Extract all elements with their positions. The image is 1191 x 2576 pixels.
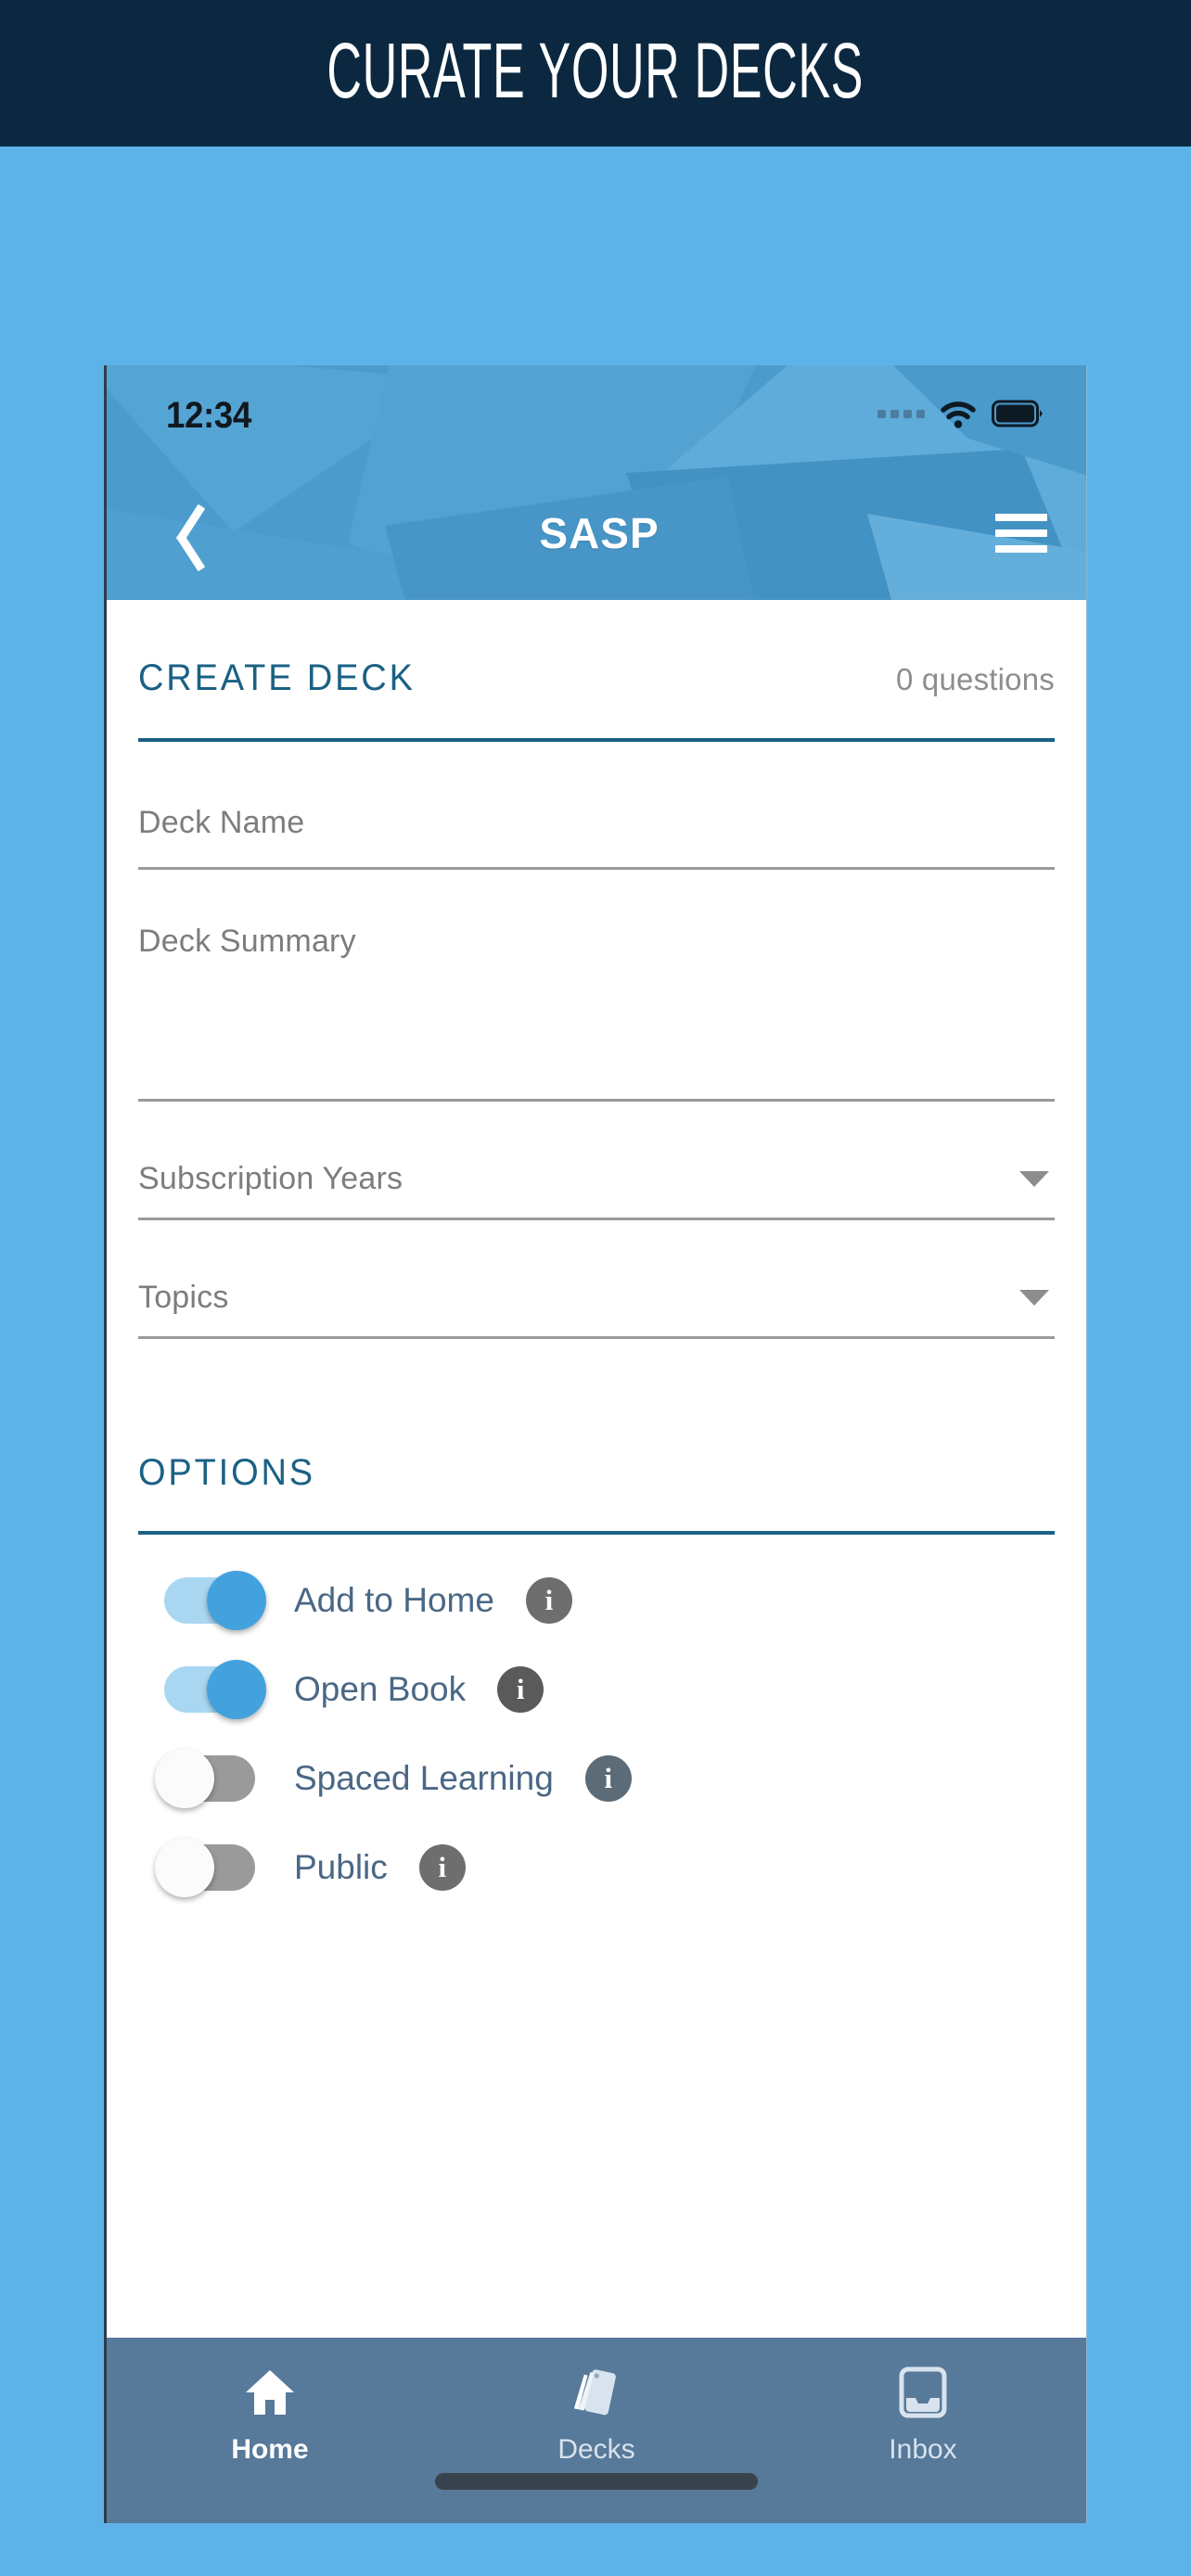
app-bar-nav-row: SASP <box>107 465 1086 600</box>
home-icon <box>243 2366 297 2419</box>
deck-name-field[interactable]: Deck Name <box>138 805 1055 870</box>
wifi-icon <box>940 402 977 429</box>
deck-name-placeholder: Deck Name <box>138 805 305 840</box>
tab-label: Decks <box>557 2434 635 2465</box>
info-icon[interactable]: i <box>497 1666 544 1713</box>
info-icon[interactable]: i <box>525 1577 572 1624</box>
status-bar-indicators <box>877 400 1044 432</box>
app-bar: 12:34 SASP <box>107 365 1086 600</box>
tab-home[interactable]: Home <box>107 2366 433 2466</box>
content-area: CREATE DECK 0 questions Deck Name Deck S… <box>107 600 1086 2265</box>
toggle-knob <box>155 1838 214 1897</box>
signal-dots-icon <box>877 410 925 421</box>
home-indicator-bar <box>435 2473 758 2490</box>
tab-decks[interactable]: Decks <box>433 2366 760 2466</box>
toggle-public[interactable] <box>155 1838 255 1897</box>
create-deck-title: CREATE DECK <box>138 657 416 698</box>
phone-mockup: 12:34 SASP CREATE DECK 0 questions Deck … <box>104 365 1087 2523</box>
deck-name-underline <box>138 867 1055 870</box>
tab-label: Inbox <box>889 2434 957 2465</box>
chevron-down-icon <box>1019 1171 1049 1187</box>
info-icon[interactable]: i <box>584 1755 632 1802</box>
toggle-open-book[interactable] <box>164 1660 266 1719</box>
options-header: OPTIONS <box>138 1339 1055 1535</box>
toggle-knob <box>207 1571 266 1630</box>
subscription-years-select[interactable]: Subscription Years <box>138 1161 1055 1220</box>
app-bar-title: SASP <box>539 508 660 557</box>
chevron-down-icon <box>1019 1290 1049 1306</box>
option-label: Open Book <box>294 1670 467 1708</box>
create-deck-divider <box>138 738 1055 742</box>
bottom-tab-bar: Home Decks Inbox <box>107 2338 1086 2523</box>
info-icon[interactable]: i <box>418 1844 466 1891</box>
deck-summary-placeholder: Deck Summary <box>138 924 356 959</box>
question-count: 0 questions <box>896 662 1055 696</box>
cards-icon <box>570 2366 623 2419</box>
toggle-knob <box>207 1660 266 1719</box>
battery-full-icon <box>992 400 1044 432</box>
tab-label: Home <box>231 2434 309 2465</box>
toggle-add-to-home[interactable] <box>164 1571 266 1630</box>
toggle-spaced-learning[interactable] <box>155 1749 255 1808</box>
option-row-spaced-learning[interactable]: Spaced Learning i <box>138 1713 1055 1808</box>
topics-select[interactable]: Topics <box>138 1280 1055 1339</box>
toggle-knob <box>155 1749 214 1808</box>
deck-summary-underline <box>138 1099 1055 1102</box>
status-bar-clock: 12:34 <box>166 394 251 436</box>
option-row-public[interactable]: Public i <box>138 1802 1055 1897</box>
subscription-years-placeholder: Subscription Years <box>138 1161 403 1196</box>
options-title: OPTIONS <box>138 1452 315 1493</box>
topics-placeholder: Topics <box>138 1280 229 1315</box>
option-label: Spaced Learning <box>294 1759 554 1797</box>
status-bar: 12:34 <box>107 365 1086 465</box>
topics-underline <box>138 1336 1055 1339</box>
hamburger-menu-icon[interactable] <box>995 513 1047 553</box>
option-row-open-book[interactable]: Open Book i <box>138 1624 1055 1719</box>
deck-summary-field[interactable]: Deck Summary <box>138 924 1055 1102</box>
option-label: Add to Home <box>294 1581 494 1619</box>
page-banner: CURATE YOUR DECKS <box>0 0 1191 147</box>
option-label: Public <box>294 1848 388 1886</box>
back-chevron-icon[interactable] <box>151 496 203 570</box>
banner-title: CURATE YOUR DECKS <box>327 27 864 114</box>
inbox-icon <box>899 2366 947 2419</box>
subscription-years-underline <box>138 1218 1055 1220</box>
create-deck-header: CREATE DECK 0 questions <box>138 600 1055 699</box>
option-row-add-to-home[interactable]: Add to Home i <box>138 1535 1055 1630</box>
tab-inbox[interactable]: Inbox <box>760 2366 1086 2466</box>
